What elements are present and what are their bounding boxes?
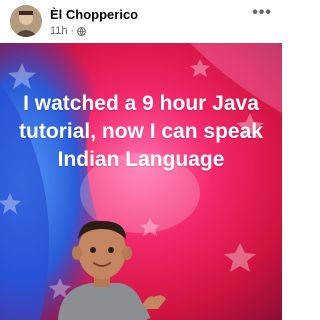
author-avatar[interactable]	[10, 5, 42, 37]
post-header: Èl Chopperico 11h · •••	[0, 0, 282, 44]
author-name[interactable]: Èl Chopperico	[50, 7, 138, 22]
post-text: I watched a 9 hour Java tutorial, now I …	[19, 92, 263, 171]
more-options-icon[interactable]: •••	[252, 4, 272, 22]
avatar-character-illustration	[58, 220, 166, 320]
post-timestamp[interactable]: 11h	[50, 25, 68, 37]
globe-icon	[77, 26, 87, 36]
post-background-card: I watched a 9 hour Java tutorial, now I …	[0, 43, 282, 320]
post-meta: 11h ·	[50, 25, 87, 37]
meta-separator: ·	[70, 25, 75, 37]
